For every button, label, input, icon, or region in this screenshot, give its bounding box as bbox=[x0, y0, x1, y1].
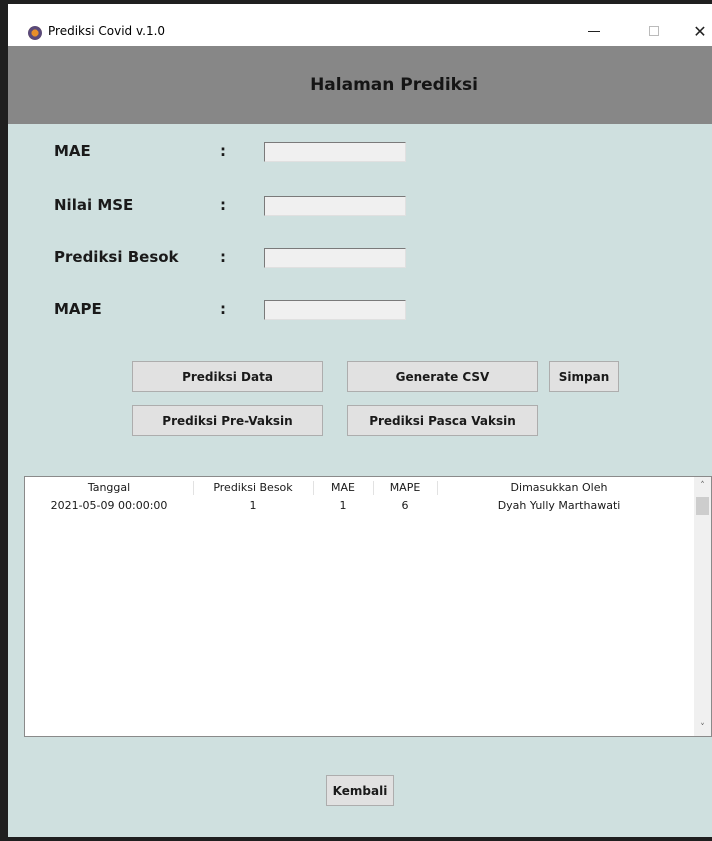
prediksi-besok-field[interactable] bbox=[264, 248, 406, 268]
page-header: Halaman Prediksi bbox=[8, 46, 712, 124]
table-scrollbar[interactable]: ˄ ˅ bbox=[694, 477, 711, 736]
app-window: Prediksi Covid v.1.0 ✕ Halaman Prediksi … bbox=[0, 0, 712, 841]
cell-dimasukkan-oleh: Dyah Yully Marthawati bbox=[497, 499, 621, 512]
cell-prediksi-besok: 1 bbox=[249, 499, 257, 512]
prediksi-data-button[interactable]: Prediksi Data bbox=[132, 361, 323, 392]
cell-tanggal: 2021-05-09 00:00:00 bbox=[50, 499, 168, 512]
mse-label: Nilai MSE bbox=[54, 196, 134, 214]
page-title: Halaman Prediksi bbox=[310, 75, 478, 95]
mae-colon: : bbox=[220, 142, 226, 160]
mape-field[interactable] bbox=[264, 300, 406, 320]
close-button[interactable]: ✕ bbox=[680, 18, 712, 44]
simpan-button[interactable]: Simpan bbox=[549, 361, 619, 392]
column-mape[interactable]: MAPE bbox=[373, 477, 437, 499]
prediksi-pre-vaksin-button[interactable]: Prediksi Pre-Vaksin bbox=[132, 405, 323, 436]
app-logo-icon bbox=[28, 26, 42, 40]
mape-label: MAPE bbox=[54, 300, 102, 318]
scroll-up-icon[interactable]: ˄ bbox=[694, 477, 711, 494]
cell-mape: 6 bbox=[401, 499, 409, 512]
prediksi-besok-colon: : bbox=[220, 248, 226, 266]
close-icon: ✕ bbox=[693, 21, 707, 41]
maximize-icon bbox=[649, 26, 659, 36]
minimize-icon bbox=[588, 30, 600, 32]
column-tanggal[interactable]: Tanggal bbox=[25, 477, 193, 499]
mae-label: MAE bbox=[54, 142, 91, 160]
column-mae[interactable]: MAE bbox=[313, 477, 373, 499]
mae-field[interactable] bbox=[264, 142, 406, 162]
column-prediksi-besok[interactable]: Prediksi Besok bbox=[193, 477, 313, 499]
generate-csv-button[interactable]: Generate CSV bbox=[347, 361, 538, 392]
window-title: Prediksi Covid v.1.0 bbox=[48, 24, 166, 38]
minimize-button[interactable] bbox=[574, 18, 614, 44]
cell-mae: 1 bbox=[339, 499, 347, 512]
mse-field[interactable] bbox=[264, 196, 406, 216]
kembali-button[interactable]: Kembali bbox=[326, 775, 394, 806]
prediction-table[interactable]: Tanggal Prediksi Besok MAE MAPE Dimasukk… bbox=[24, 476, 712, 737]
prediksi-besok-label: Prediksi Besok bbox=[54, 248, 179, 266]
maximize-button[interactable] bbox=[634, 18, 674, 44]
prediksi-pasca-vaksin-button[interactable]: Prediksi Pasca Vaksin bbox=[347, 405, 538, 436]
mape-colon: : bbox=[220, 300, 226, 318]
table-row[interactable]: 2021-05-09 00:00:00 1 1 6 Dyah Yully Mar… bbox=[25, 497, 695, 515]
scroll-down-icon[interactable]: ˅ bbox=[694, 719, 711, 736]
mse-colon: : bbox=[220, 196, 226, 214]
table-header: Tanggal Prediksi Besok MAE MAPE Dimasukk… bbox=[25, 477, 695, 499]
title-bar[interactable]: Prediksi Covid v.1.0 ✕ bbox=[8, 0, 712, 46]
scroll-thumb[interactable] bbox=[696, 497, 709, 515]
column-dimasukkan-oleh[interactable]: Dimasukkan Oleh bbox=[437, 477, 681, 499]
